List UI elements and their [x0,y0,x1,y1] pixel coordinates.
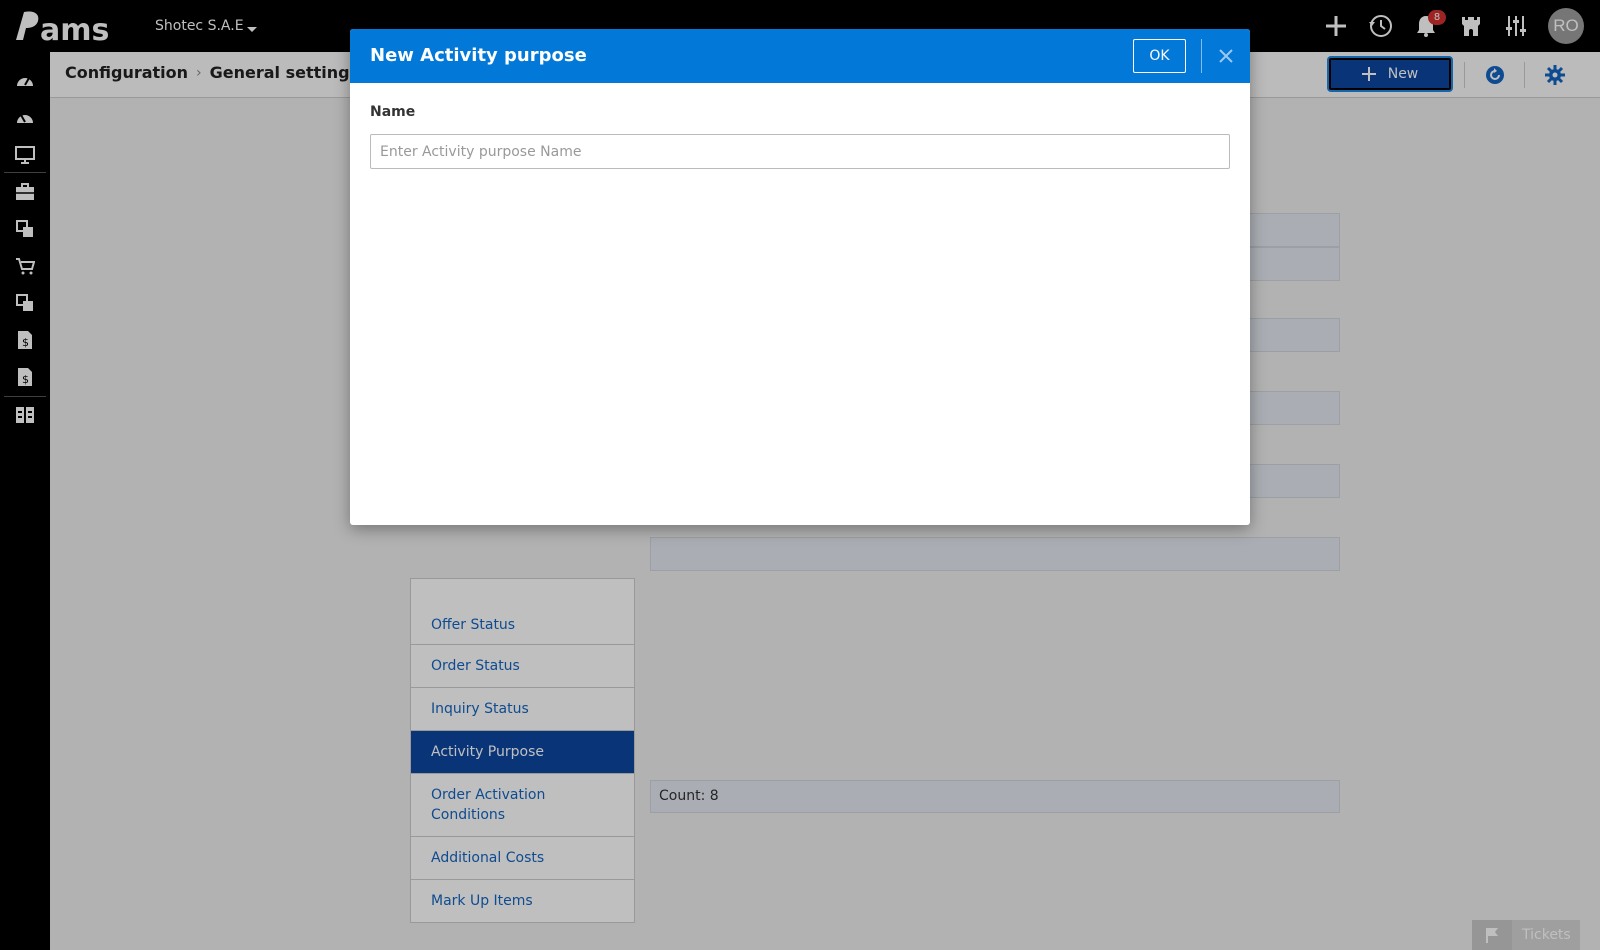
close-icon[interactable] [1212,42,1240,70]
ok-button[interactable]: OK [1133,39,1186,73]
modal-header-divider [1201,39,1202,73]
name-field-label: Name [370,104,416,120]
modal-title: New Activity purpose [370,45,587,66]
modal-header: New Activity purpose OK [350,29,1250,83]
name-input[interactable] [370,134,1230,169]
new-activity-purpose-dialog: New Activity purpose OK Name [350,29,1250,525]
